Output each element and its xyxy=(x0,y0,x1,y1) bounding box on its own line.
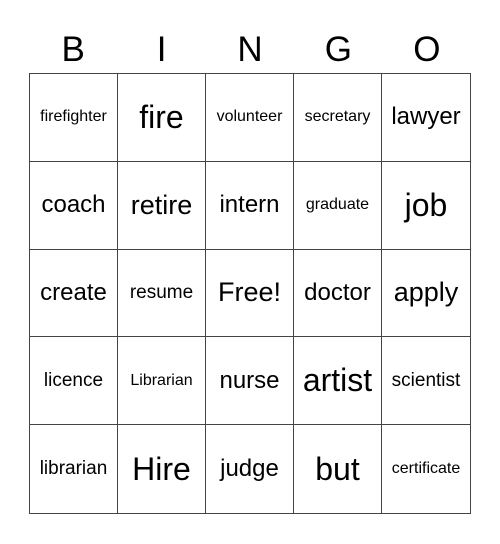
bingo-cell[interactable]: intern xyxy=(206,161,294,250)
bingo-header: B I N G O xyxy=(29,28,471,72)
bingo-cell[interactable]: fire xyxy=(118,74,206,162)
header-letter-g: G xyxy=(324,30,353,69)
bingo-cell[interactable]: resume xyxy=(118,249,206,338)
bingo-cell[interactable]: doctor xyxy=(294,249,382,338)
bingo-cell[interactable]: scientist xyxy=(382,337,470,426)
bingo-cell[interactable]: librarian xyxy=(30,425,118,513)
bingo-cell[interactable]: nurse xyxy=(206,337,294,426)
bingo-cell[interactable]: artist xyxy=(294,337,382,426)
bingo-cell[interactable]: graduate xyxy=(294,161,382,250)
bingo-cell[interactable]: retire xyxy=(118,161,206,250)
bingo-cell[interactable]: but xyxy=(294,425,382,513)
header-letter-b: B xyxy=(61,30,85,69)
header-letter-i: I xyxy=(156,30,167,69)
bingo-cell[interactable]: apply xyxy=(382,250,470,338)
bingo-cell[interactable]: licence xyxy=(30,337,118,426)
header-letter-n: N xyxy=(237,30,263,69)
bingo-cell[interactable]: lawyer xyxy=(382,74,470,162)
bingo-cell[interactable]: create xyxy=(30,249,118,338)
bingo-card-grid: firefighter fire volunteer secretary law… xyxy=(29,73,471,514)
bingo-cell[interactable]: Librarian xyxy=(118,337,206,426)
bingo-cell[interactable]: judge xyxy=(206,425,294,513)
bingo-cell[interactable]: coach xyxy=(30,161,118,250)
bingo-cell[interactable]: firefighter xyxy=(30,74,118,162)
bingo-cell[interactable]: secretary xyxy=(294,74,382,162)
free-space-cell[interactable]: Free! xyxy=(206,249,294,338)
bingo-cell[interactable]: Hire xyxy=(118,425,206,513)
bingo-cell[interactable]: job xyxy=(382,162,470,250)
bingo-cell[interactable]: volunteer xyxy=(206,74,294,162)
bingo-cell[interactable]: certificate xyxy=(382,425,470,513)
header-letter-o: O xyxy=(413,30,441,69)
